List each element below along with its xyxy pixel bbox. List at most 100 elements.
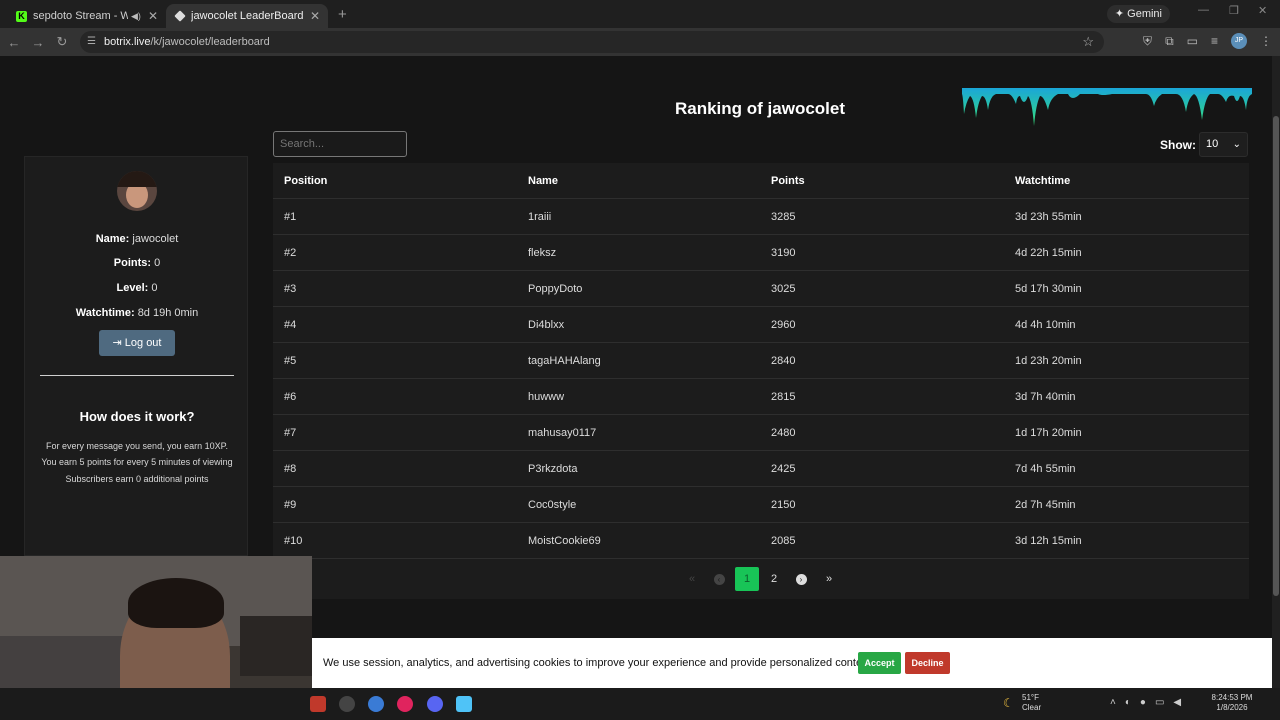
tab-kick-stream[interactable]: K sepdoto Stream - Watch Live ◀) ✕: [8, 4, 166, 28]
user-level-row: Level: 0: [25, 282, 249, 294]
close-window-icon[interactable]: ✕: [1258, 4, 1267, 17]
back-icon[interactable]: ←: [2, 35, 26, 50]
notepad-icon[interactable]: [456, 696, 472, 712]
menu-icon[interactable]: ⋮: [1260, 34, 1272, 48]
page-title: Ranking of jawocolet: [674, 99, 846, 118]
forward-icon[interactable]: →: [26, 35, 50, 50]
cell-points: 2480: [771, 427, 796, 439]
cell-points: 3285: [771, 211, 796, 223]
extensions-icon[interactable]: ⧉: [1165, 34, 1174, 49]
leaderboard-table: Position Name Points Watchtime #1 1raiii 3…: [273, 163, 1249, 599]
time: 8:24:53 PM: [1211, 693, 1253, 702]
page-number: 1: [743, 573, 751, 585]
discord-icon[interactable]: [427, 696, 443, 712]
extensions-area: ⛨ ⧉ ▭ ≡ JP ⋮: [1143, 33, 1272, 49]
profile-avatar[interactable]: JP: [1231, 33, 1247, 49]
header-name[interactable]: Name: [528, 163, 558, 199]
decline-button[interactable]: Decline: [905, 652, 950, 674]
cell-name: MoistCookie69: [528, 535, 601, 547]
cell-position: #2: [284, 247, 297, 259]
media-icon[interactable]: ≡: [1211, 34, 1218, 48]
toolbar: ← → ↻ ☰ botrix.live/k/jawocolet/leaderbo…: [0, 28, 1280, 56]
volume-icon[interactable]: ◀: [1173, 697, 1181, 708]
prev-page-button[interactable]: ‹: [707, 567, 731, 591]
browser-tab-strip: K sepdoto Stream - Watch Live ◀) ✕ jawoc…: [0, 0, 1280, 28]
cell-position: #7: [284, 427, 297, 439]
logout-label: Log out: [124, 337, 162, 349]
page-size-value: 10: [1206, 138, 1219, 150]
search-input[interactable]: [273, 131, 407, 157]
tab-leaderboard[interactable]: jawocolet LeaderBoard | The be ✕: [166, 4, 328, 28]
system-tray: ˄ ◐ ● ▭ ◀: [1110, 697, 1181, 708]
first-page-button[interactable]: «: [680, 567, 704, 591]
date: 1/8/2026: [1216, 703, 1248, 712]
table-row: #5 tagaHAHAlang 2840 1d 23h 20min: [273, 343, 1249, 379]
pagination: « ‹ 1 2 › »: [273, 567, 1249, 591]
gemini-button[interactable]: ✦ Gemini: [1106, 5, 1170, 23]
page-2-button[interactable]: 2: [762, 567, 786, 591]
app-icon[interactable]: [339, 696, 355, 712]
cell-name: tagaHAHAlang: [528, 355, 601, 367]
cell-watchtime: 3d 12h 15min: [1015, 535, 1082, 547]
accept-button[interactable]: Accept: [858, 652, 901, 674]
clock[interactable]: 8:24:53 PM 1/8/2026: [1208, 693, 1256, 713]
logout-button[interactable]: ⇥ Log out: [99, 330, 175, 356]
weather-widget[interactable]: 51°F Clear: [1022, 693, 1041, 713]
cell-position: #10: [284, 535, 303, 547]
reload-icon[interactable]: ↻: [50, 34, 74, 50]
cell-name: Di4blxx: [528, 319, 565, 331]
table-row: #6 huwww 2815 3d 7h 40min: [273, 379, 1249, 415]
table-row: #2 fleksz 3190 4d 22h 15min: [273, 235, 1249, 271]
cell-points: 3025: [771, 283, 796, 295]
cell-watchtime: 3d 7h 40min: [1015, 391, 1076, 403]
page-1-button[interactable]: 1: [735, 567, 759, 591]
site-info-icon[interactable]: ☰: [87, 31, 96, 53]
minimize-icon[interactable]: —: [1198, 4, 1209, 16]
level-value: 0: [151, 282, 158, 294]
scrollbar[interactable]: [1272, 56, 1280, 688]
kick-icon: K: [16, 10, 27, 22]
maximize-icon[interactable]: ❐: [1229, 4, 1239, 17]
rule-text: For every message you send, you earn 10X…: [46, 441, 228, 451]
settings-icon[interactable]: [368, 696, 384, 712]
chevron-right-icon: ›: [795, 573, 807, 585]
moon-icon: ☾: [1003, 696, 1014, 710]
next-page-button[interactable]: ›: [789, 567, 813, 591]
scrollbar-thumb[interactable]: [1273, 116, 1279, 596]
media-player-icon[interactable]: [397, 696, 413, 712]
table-header: Position Name Points Watchtime: [273, 163, 1249, 199]
microphone-icon[interactable]: ●: [1140, 697, 1146, 708]
cell-points: 2815: [771, 391, 796, 403]
shield-icon[interactable]: ⛨: [1143, 34, 1152, 49]
drip-decoration: [962, 88, 1252, 126]
address-bar[interactable]: ☰ botrix.live/k/jawocolet/leaderboard ☆: [80, 31, 1104, 53]
chevron-up-icon[interactable]: ˄: [1110, 697, 1116, 708]
table-row: #10 MoistCookie69 2085 3d 12h 15min: [273, 523, 1249, 559]
bookmark-star-icon[interactable]: ☆: [1082, 31, 1094, 53]
how-it-works-title: How does it work?: [79, 409, 195, 424]
cell-points: 2150: [771, 499, 796, 511]
cell-position: #5: [284, 355, 297, 367]
close-tab-icon[interactable]: ✕: [148, 9, 158, 23]
speaker-icon[interactable]: ◀): [131, 11, 141, 22]
network-app-icon[interactable]: ◐: [1125, 697, 1131, 708]
cell-name: fleksz: [528, 247, 557, 259]
header-watchtime[interactable]: Watchtime: [1015, 163, 1070, 199]
cell-position: #1: [284, 211, 297, 223]
last-page-button[interactable]: »: [817, 567, 841, 591]
new-tab-button[interactable]: +: [338, 4, 347, 28]
header-position[interactable]: Position: [284, 163, 327, 199]
cell-points: 2425: [771, 463, 796, 475]
user-watchtime-row: Watchtime: 8d 19h 0min: [25, 307, 249, 319]
divider: [40, 375, 234, 376]
page-size-select[interactable]: 10 ⌄: [1199, 132, 1248, 157]
name-label: Name:: [95, 233, 130, 245]
steam-icon[interactable]: [310, 696, 326, 712]
header-points[interactable]: Points: [771, 163, 805, 199]
cell-watchtime: 1d 17h 20min: [1015, 427, 1082, 439]
rule-text: You earn 5 points for every 5 minutes of…: [41, 457, 233, 467]
cast-icon[interactable]: ▭: [1187, 34, 1198, 48]
wifi-icon[interactable]: ▭: [1155, 697, 1164, 708]
close-tab-icon[interactable]: ✕: [310, 9, 320, 23]
table-row: #1 1raiii 3285 3d 23h 55min: [273, 199, 1249, 235]
